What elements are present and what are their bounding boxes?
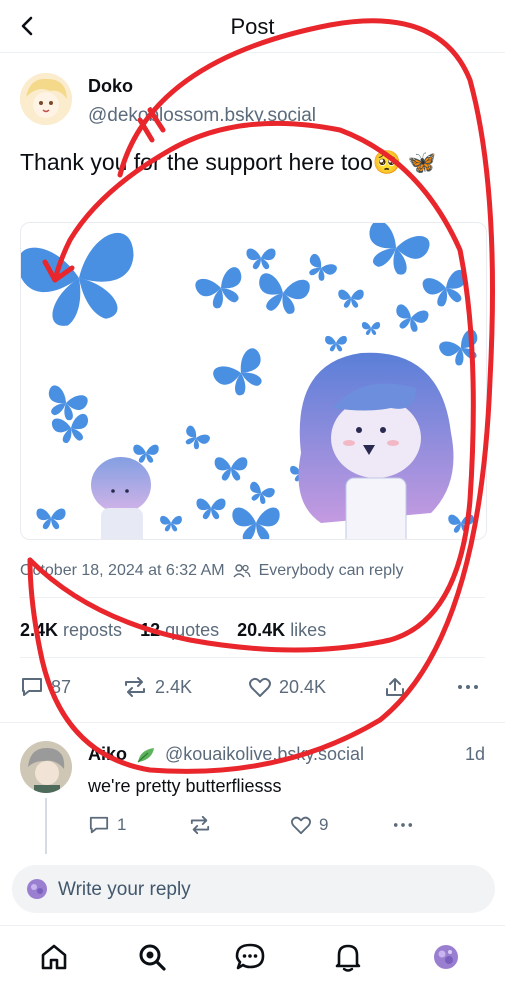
reply-reply-count: 1: [117, 815, 127, 834]
heart-icon: [291, 816, 311, 835]
divider: [20, 657, 485, 658]
thread-line: [45, 798, 47, 854]
reply-author-handle[interactable]: @kouaikolive.bsky.social: [165, 744, 364, 765]
repost-count: 2.4K: [155, 676, 193, 697]
profile-avatar-icon[interactable]: [429, 940, 463, 974]
post-text: Thank you for the support here too🥺 🦋: [20, 149, 437, 175]
share-button[interactable]: [384, 676, 406, 698]
like-count: 20.4K: [279, 676, 327, 697]
reply-time: 1d: [464, 744, 485, 764]
heart-icon: [249, 677, 271, 697]
reply-more-button[interactable]: [392, 815, 414, 835]
share-icon: [386, 678, 404, 696]
post-stats: 2.4K reposts 12 quotes 20.4K likes: [20, 620, 326, 641]
page-title: Post: [230, 14, 275, 39]
people-icon: [233, 564, 251, 578]
repost-icon: [190, 815, 210, 835]
comment-icon: [22, 678, 42, 696]
reply-count: 87: [51, 676, 72, 697]
reposts-stat[interactable]: 2.4K reposts: [20, 620, 122, 641]
home-icon[interactable]: [37, 940, 71, 974]
more-dots-icon: [458, 685, 478, 689]
author-name[interactable]: Doko: [88, 76, 133, 97]
quotes-stat[interactable]: 12 quotes: [140, 620, 219, 641]
reply-author-name[interactable]: Aiko: [88, 744, 127, 765]
like-button[interactable]: 20.4K: [248, 676, 326, 698]
reply-avatar[interactable]: [20, 741, 72, 793]
divider: [0, 722, 505, 723]
bell-icon[interactable]: [331, 940, 365, 974]
repost-button[interactable]: 2.4K: [122, 676, 192, 698]
comment-icon: [89, 816, 109, 834]
reply-button[interactable]: 87: [20, 676, 71, 698]
reply-like-button[interactable]: 9: [290, 815, 328, 835]
header-bar: Post: [0, 0, 505, 53]
reply-setting[interactable]: Everybody can reply: [259, 562, 404, 580]
leaf-icon: [137, 748, 154, 763]
search-icon[interactable]: [135, 940, 169, 974]
post-meta: October 18, 2024 at 6:32 AM Everybody ca…: [20, 562, 404, 580]
reply-text: we're pretty butterfliesss: [88, 776, 282, 796]
post-action-bar: 87 2.4K 20.4K: [20, 676, 485, 706]
reply-repost-button[interactable]: [188, 815, 212, 835]
reply-reply-button[interactable]: 1: [88, 815, 126, 835]
reply-like-count: 9: [319, 815, 329, 834]
author-avatar[interactable]: [20, 73, 72, 125]
reply-composer[interactable]: Write your reply: [12, 865, 495, 913]
post-image[interactable]: [20, 222, 487, 540]
user-avatar-icon: [27, 879, 47, 899]
chibi-character-small: [91, 457, 151, 539]
composer-placeholder: Write your reply: [58, 879, 191, 900]
divider: [20, 597, 485, 598]
post-timestamp: October 18, 2024 at 6:32 AM: [20, 562, 225, 579]
more-dots-icon: [393, 823, 413, 827]
more-options-button[interactable]: [456, 676, 480, 698]
chibi-character-large: [298, 352, 454, 539]
bottom-nav: [0, 925, 505, 1001]
likes-stat[interactable]: 20.4K likes: [237, 620, 326, 641]
author-handle[interactable]: @dekoblossom.bsky.social: [88, 105, 316, 127]
repost-icon: [125, 677, 145, 697]
chat-icon[interactable]: [233, 940, 267, 974]
butterfly-illustration: [21, 223, 486, 539]
